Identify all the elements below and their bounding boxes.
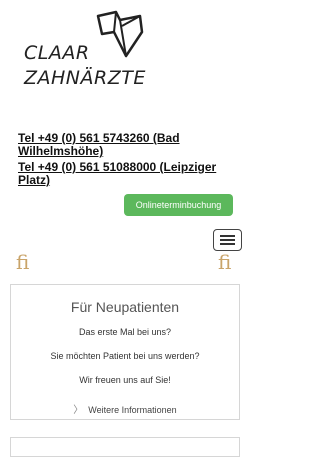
new-patients-title: Für Neupatienten [70, 299, 180, 315]
hamburger-menu-icon-bar [220, 239, 235, 241]
logo-line-2: ZAHNÄRZTE [24, 67, 146, 89]
new-patients-card: Für Neupatienten Das erste Mal bei uns? … [10, 284, 240, 420]
new-patients-line-3: Wir freuen uns auf Sie! [79, 375, 171, 385]
more-info-label: Weitere Informationen [88, 405, 177, 415]
online-booking-button[interactable]: Onlineterminbuchung [124, 194, 233, 216]
menu-button[interactable] [213, 229, 242, 251]
next-card [10, 437, 240, 457]
logo-line-1: CLAAR [24, 42, 90, 64]
phone-list: Tel +49 (0) 561 5743260 (Bad Wilhelmshöh… [18, 132, 238, 190]
new-patients-line-1: Das erste Mal bei uns? [78, 327, 172, 337]
ornament-left: fi [16, 250, 30, 274]
hamburger-menu-icon-bar [220, 243, 235, 245]
tooth-icon [96, 10, 144, 58]
new-patients-line-2: Sie möchten Patient bei uns werden? [50, 351, 200, 361]
logo[interactable]: CLAAR ZAHNÄRZTE [24, 8, 154, 98]
phone-link-bad-wilhelmshoehe[interactable]: Tel +49 (0) 561 5743260 (Bad Wilhelmshöh… [18, 132, 238, 158]
more-info-link[interactable]: 〉 Weitere Informationen [11, 401, 239, 416]
ornament-right: fi [218, 250, 232, 274]
phone-link-leipziger-platz[interactable]: Tel +49 (0) 561 51088000 (Leipziger Plat… [18, 161, 238, 187]
hamburger-menu-icon [220, 235, 235, 237]
chevron-right-icon: 〉 [73, 405, 84, 416]
